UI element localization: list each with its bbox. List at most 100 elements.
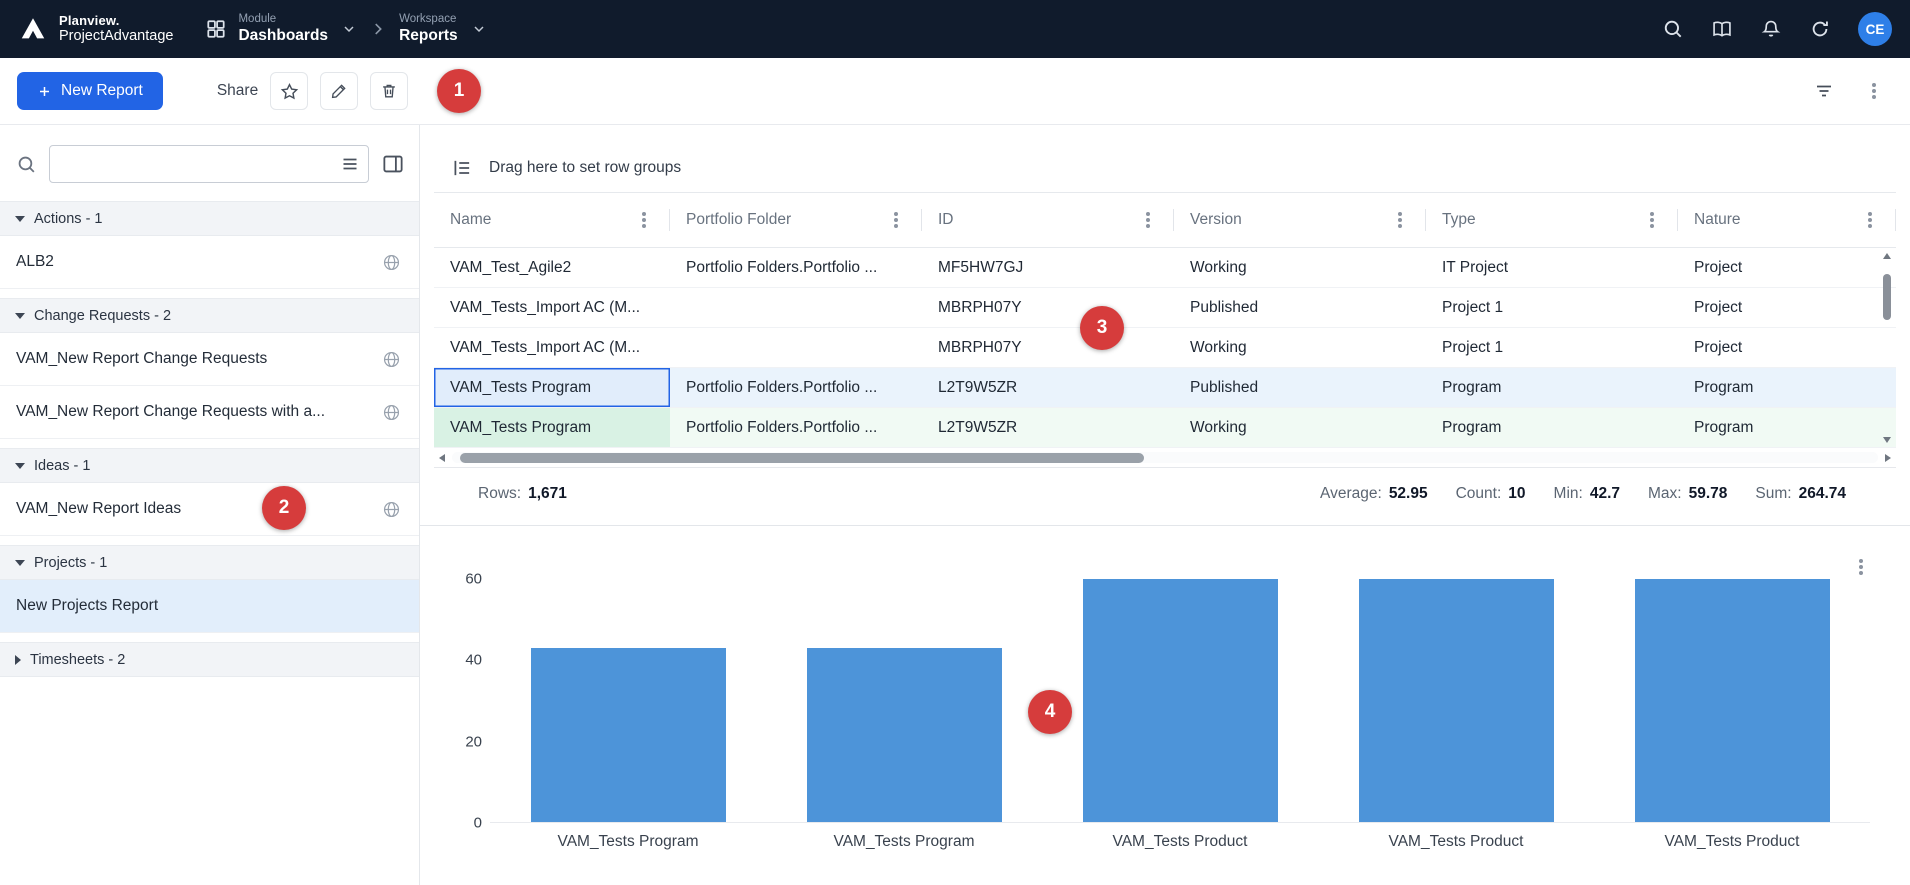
section-header-timesheets[interactable]: Timesheets - 2 bbox=[0, 642, 419, 677]
column-header-version[interactable]: Version bbox=[1174, 193, 1426, 247]
cell-id[interactable]: L2T9W5ZR bbox=[922, 368, 1174, 407]
cell-nature[interactable]: Project bbox=[1678, 328, 1896, 367]
table-row[interactable]: VAM_Tests_Import AC (M... MBRPH07Y Worki… bbox=[434, 328, 1896, 368]
chart-bar[interactable] bbox=[1635, 579, 1830, 822]
cell-name[interactable]: VAM_Tests_Import AC (M... bbox=[434, 288, 670, 327]
chart-bar[interactable] bbox=[1083, 579, 1278, 822]
column-header-label: Name bbox=[450, 211, 491, 229]
cell-id[interactable]: MF5HW7GJ bbox=[922, 248, 1174, 287]
cell-type[interactable]: Project 1 bbox=[1426, 328, 1678, 367]
cell-nature[interactable]: Program bbox=[1678, 368, 1896, 407]
filter-button[interactable] bbox=[1805, 72, 1843, 110]
chart-bar[interactable] bbox=[1359, 579, 1554, 822]
cell-type[interactable]: IT Project bbox=[1426, 248, 1678, 287]
cell-id[interactable]: MBRPH07Y bbox=[922, 288, 1174, 327]
cell-version[interactable]: Working bbox=[1174, 328, 1426, 367]
share-button[interactable]: Share bbox=[217, 82, 258, 100]
column-menu-icon bbox=[1650, 218, 1654, 222]
scroll-down-arrow[interactable] bbox=[1883, 437, 1891, 443]
cell-portfolio-folder[interactable] bbox=[670, 288, 922, 327]
column-header-name[interactable]: Name bbox=[434, 193, 670, 247]
report-item[interactable]: VAM_New Report Change Requests bbox=[0, 333, 419, 386]
table-row[interactable]: VAM_Test_Agile2 Portfolio Folders.Portfo… bbox=[434, 248, 1896, 288]
refresh-icon[interactable] bbox=[1809, 18, 1831, 40]
list-icon[interactable] bbox=[340, 154, 360, 174]
horizontal-scrollbar[interactable] bbox=[434, 448, 1896, 467]
search-icon bbox=[16, 154, 37, 175]
row-groups-drop-zone[interactable]: Drag here to set row groups bbox=[434, 143, 1896, 193]
scroll-left-arrow[interactable] bbox=[439, 454, 445, 462]
brand-line1: Planview. bbox=[59, 14, 173, 29]
chart-menu-button[interactable] bbox=[1850, 556, 1872, 578]
bar-label: VAM_Tests Product bbox=[1594, 833, 1870, 851]
cell-nature[interactable]: Project bbox=[1678, 248, 1896, 287]
cell-name-focused[interactable]: VAM_Tests Program bbox=[434, 368, 670, 407]
column-menu-button[interactable] bbox=[1642, 210, 1662, 230]
column-menu-button[interactable] bbox=[1390, 210, 1410, 230]
cell-version[interactable]: Published bbox=[1174, 368, 1426, 407]
cell-id[interactable]: L2T9W5ZR bbox=[922, 408, 1174, 447]
cell-portfolio-folder[interactable] bbox=[670, 328, 922, 367]
cell-type[interactable]: Program bbox=[1426, 368, 1678, 407]
section-header-actions[interactable]: Actions - 1 bbox=[0, 201, 419, 236]
horizontal-scrollbar-track[interactable] bbox=[452, 452, 1878, 463]
search-icon[interactable] bbox=[1662, 18, 1684, 40]
column-menu-button[interactable] bbox=[1138, 210, 1158, 230]
cell-portfolio-folder[interactable]: Portfolio Folders.Portfolio ... bbox=[670, 368, 922, 407]
section-header-projects[interactable]: Projects - 1 bbox=[0, 545, 419, 580]
section-header-change-requests[interactable]: Change Requests - 2 bbox=[0, 298, 419, 333]
vertical-scrollbar-thumb[interactable] bbox=[1883, 274, 1891, 320]
module-selector[interactable]: Module Dashboards bbox=[205, 13, 357, 44]
table-row-highlighted[interactable]: VAM_Tests Program Portfolio Folders.Port… bbox=[434, 408, 1896, 448]
cell-type[interactable]: Program bbox=[1426, 408, 1678, 447]
report-item-label: ALB2 bbox=[16, 253, 54, 271]
column-menu-button[interactable] bbox=[1860, 210, 1880, 230]
cell-version[interactable]: Working bbox=[1174, 408, 1426, 447]
cell-version[interactable]: Published bbox=[1174, 288, 1426, 327]
user-avatar[interactable]: CE bbox=[1858, 12, 1892, 46]
report-item[interactable]: VAM_New Report Ideas bbox=[0, 483, 419, 536]
scroll-right-arrow[interactable] bbox=[1885, 454, 1891, 462]
cell-nature[interactable]: Program bbox=[1678, 408, 1896, 447]
panel-toggle-icon[interactable] bbox=[381, 152, 405, 176]
report-item-selected[interactable]: New Projects Report bbox=[0, 580, 419, 633]
horizontal-scrollbar-thumb[interactable] bbox=[460, 453, 1144, 463]
column-header-nature[interactable]: Nature bbox=[1678, 193, 1896, 247]
new-report-button[interactable]: New Report bbox=[17, 72, 163, 110]
notifications-icon[interactable] bbox=[1760, 18, 1782, 40]
cell-portfolio-folder[interactable]: Portfolio Folders.Portfolio ... bbox=[670, 408, 922, 447]
toolbar-menu-button[interactable] bbox=[1855, 72, 1893, 110]
chart-bar[interactable] bbox=[807, 648, 1002, 822]
cell-id[interactable]: MBRPH07Y bbox=[922, 328, 1174, 367]
cell-name[interactable]: VAM_Test_Agile2 bbox=[434, 248, 670, 287]
table-row-selected[interactable]: VAM_Tests Program Portfolio Folders.Port… bbox=[434, 368, 1896, 408]
edit-button[interactable] bbox=[320, 72, 358, 110]
chart-bar[interactable] bbox=[531, 648, 726, 822]
cell-version[interactable]: Working bbox=[1174, 248, 1426, 287]
cell-name[interactable]: VAM_Tests_Import AC (M... bbox=[434, 328, 670, 367]
delete-button[interactable] bbox=[370, 72, 408, 110]
book-icon[interactable] bbox=[1711, 18, 1733, 40]
report-search-input[interactable] bbox=[49, 145, 369, 183]
cell-nature[interactable]: Project bbox=[1678, 288, 1896, 327]
column-header-portfolio-folder[interactable]: Portfolio Folder bbox=[670, 193, 922, 247]
scroll-up-arrow[interactable] bbox=[1883, 253, 1891, 259]
cell-name-highlighted[interactable]: VAM_Tests Program bbox=[434, 408, 670, 447]
favorite-button[interactable] bbox=[270, 72, 308, 110]
column-header-type[interactable]: Type bbox=[1426, 193, 1678, 247]
column-header-id[interactable]: ID bbox=[922, 193, 1174, 247]
column-menu-button[interactable] bbox=[634, 210, 654, 230]
aggregate-min: Min:42.7 bbox=[1554, 485, 1620, 503]
report-item[interactable]: ALB2 bbox=[0, 236, 419, 289]
workspace-selector[interactable]: Workspace Reports bbox=[399, 13, 487, 44]
sidebar-section-actions: Actions - 1 ALB2 bbox=[0, 201, 419, 289]
table-row[interactable]: VAM_Tests_Import AC (M... MBRPH07Y Publi… bbox=[434, 288, 1896, 328]
cell-portfolio-folder[interactable]: Portfolio Folders.Portfolio ... bbox=[670, 248, 922, 287]
annotation-marker-2: 2 bbox=[262, 486, 306, 530]
vertical-scrollbar[interactable] bbox=[1879, 250, 1894, 446]
section-header-ideas[interactable]: Ideas - 1 bbox=[0, 448, 419, 483]
column-menu-button[interactable] bbox=[886, 210, 906, 230]
report-item[interactable]: VAM_New Report Change Requests with a... bbox=[0, 386, 419, 439]
cell-type[interactable]: Project 1 bbox=[1426, 288, 1678, 327]
bar-label: VAM_Tests Product bbox=[1318, 833, 1594, 851]
